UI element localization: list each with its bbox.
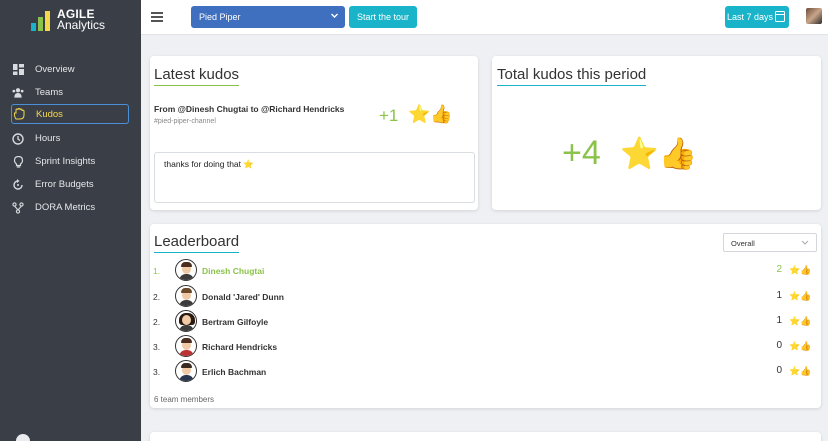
help-icon[interactable] bbox=[16, 434, 30, 441]
leaderboard-rank: 2. bbox=[153, 292, 161, 302]
star-thumbs-up-icon: ⭐👍 bbox=[789, 341, 812, 351]
calendar-icon bbox=[775, 11, 785, 22]
kudo-channel: #pied-piper-channel bbox=[154, 118, 216, 125]
project-select[interactable]: Pied Piper bbox=[191, 6, 345, 28]
project-select-value: Pied Piper bbox=[199, 12, 241, 22]
star-thumbs-up-icon: ⭐👍 bbox=[789, 265, 812, 275]
sidebar-item-label: Overview bbox=[35, 64, 75, 75]
leaderboard-rank: 2. bbox=[153, 317, 161, 327]
kudo-score: +1 bbox=[379, 106, 399, 125]
logo-text: AGILE Analytics bbox=[57, 8, 106, 32]
leaderboard-name: Richard Hendricks bbox=[202, 342, 278, 352]
star-thumbs-up-icon: ⭐👍 bbox=[408, 104, 453, 124]
sidebar-item-kudos[interactable]: Kudos bbox=[11, 104, 129, 124]
sidebar-nav: Overview Teams Kudos Hours Sprint Insigh… bbox=[0, 58, 141, 219]
avatar bbox=[175, 335, 197, 357]
leaderboard-rank: 3. bbox=[153, 367, 161, 377]
sidebar-item-label: Teams bbox=[35, 87, 63, 98]
leaderboard-count: 1 bbox=[776, 315, 782, 326]
leaderboard-count: 2 bbox=[776, 264, 782, 275]
filter-value: Overall bbox=[731, 239, 755, 248]
leaderboard-count: 0 bbox=[776, 365, 782, 376]
leaderboard-row: 2. Bertram Gilfoyle 1 ⭐👍 bbox=[150, 310, 821, 332]
leaderboard-filter-select[interactable]: Overall bbox=[723, 233, 817, 252]
leaderboard-row: 3. Erlich Bachman 0 ⭐👍 bbox=[150, 360, 821, 382]
leaderboard-rank: 3. bbox=[153, 342, 161, 352]
sidebar-item-sprint-insights[interactable]: Sprint Insights bbox=[0, 150, 141, 173]
flow-icon bbox=[12, 201, 24, 214]
leaderboard-name: Erlich Bachman bbox=[202, 367, 267, 377]
sidebar-item-dora-metrics[interactable]: DORA Metrics bbox=[0, 196, 141, 219]
leaderboard-row: 3. Richard Hendricks 0 ⭐👍 bbox=[150, 335, 821, 357]
leaderboard-card: Leaderboard Overall 1. Dinesh Chugtai 2 … bbox=[150, 224, 821, 408]
leaderboard-name: Donald 'Jared' Dunn bbox=[202, 292, 284, 302]
total-kudos-card: Total kudos this period +4 ⭐👍 bbox=[492, 56, 821, 210]
chevron-down-icon bbox=[330, 11, 339, 22]
leaderboard-row: 2. Donald 'Jared' Dunn 1 ⭐👍 bbox=[150, 285, 821, 307]
star-thumbs-up-icon: ⭐👍 bbox=[620, 136, 698, 171]
avatar bbox=[175, 259, 197, 281]
sidebar-item-error-budgets[interactable]: Error Budgets bbox=[0, 173, 141, 196]
period-select-button[interactable]: Last 7 days bbox=[725, 6, 789, 28]
sidebar-item-teams[interactable]: Teams bbox=[0, 81, 141, 104]
latest-kudos-card: Latest kudos From @Dinesh Chugtai to @Ri… bbox=[150, 56, 478, 210]
user-avatar[interactable] bbox=[806, 8, 822, 24]
team-icon bbox=[12, 87, 24, 99]
leaderboard-title: Leaderboard bbox=[154, 233, 240, 253]
clock-icon bbox=[12, 132, 24, 145]
kudo-from-text: From @Dinesh Chugtai to @Richard Hendric… bbox=[154, 104, 345, 114]
leaderboard-count: 0 bbox=[776, 340, 782, 351]
chevron-down-icon bbox=[801, 238, 809, 248]
leaderboard-row: 1. Dinesh Chugtai 2 ⭐👍 bbox=[150, 259, 821, 281]
start-tour-button[interactable]: Start the tour bbox=[349, 6, 417, 28]
leaderboard-name: Bertram Gilfoyle bbox=[202, 317, 269, 327]
avatar bbox=[175, 360, 197, 382]
leaderboard-name: Dinesh Chugtai bbox=[202, 266, 265, 276]
avatar bbox=[175, 285, 197, 307]
star-thumbs-up-icon: ⭐👍 bbox=[789, 366, 812, 376]
sidebar-item-overview[interactable]: Overview bbox=[0, 58, 141, 81]
team-members-count: 6 team members bbox=[154, 395, 215, 404]
sidebar-item-label: Sprint Insights bbox=[35, 156, 96, 167]
avatar bbox=[175, 310, 197, 332]
app-logo[interactable]: AGILE Analytics bbox=[0, 0, 141, 41]
latest-kudos-title: Latest kudos bbox=[154, 66, 240, 86]
next-card bbox=[150, 432, 821, 441]
sidebar-item-label: DORA Metrics bbox=[35, 202, 96, 213]
logo-bars-icon bbox=[31, 11, 51, 31]
star-thumbs-up-icon: ⭐👍 bbox=[789, 316, 812, 326]
hand-icon bbox=[13, 108, 25, 120]
sidebar-item-label: Error Budgets bbox=[35, 179, 94, 190]
menu-toggle-icon[interactable] bbox=[151, 12, 163, 22]
sidebar: AGILE Analytics Overview Teams Kudos Hou… bbox=[0, 0, 141, 441]
leaderboard-count: 1 bbox=[776, 290, 782, 301]
total-kudos-value: +4 bbox=[562, 134, 601, 172]
logo-line2: Analytics bbox=[57, 18, 106, 32]
lightbulb-icon bbox=[12, 155, 24, 168]
sidebar-item-hours[interactable]: Hours bbox=[0, 127, 141, 150]
star-thumbs-up-icon: ⭐👍 bbox=[789, 291, 812, 301]
dashboard-icon bbox=[12, 64, 24, 76]
leaderboard-rank: 1. bbox=[153, 266, 161, 276]
sidebar-item-label: Hours bbox=[35, 133, 61, 144]
total-kudos-title: Total kudos this period bbox=[497, 66, 647, 86]
top-bar: Pied Piper Start the tour Last 7 days bbox=[141, 0, 828, 35]
kudo-message: thanks for doing that ⭐ bbox=[154, 152, 475, 203]
sidebar-item-label: Kudos bbox=[36, 108, 63, 120]
period-label: Last 7 days bbox=[727, 12, 774, 22]
refresh-icon bbox=[12, 178, 24, 191]
